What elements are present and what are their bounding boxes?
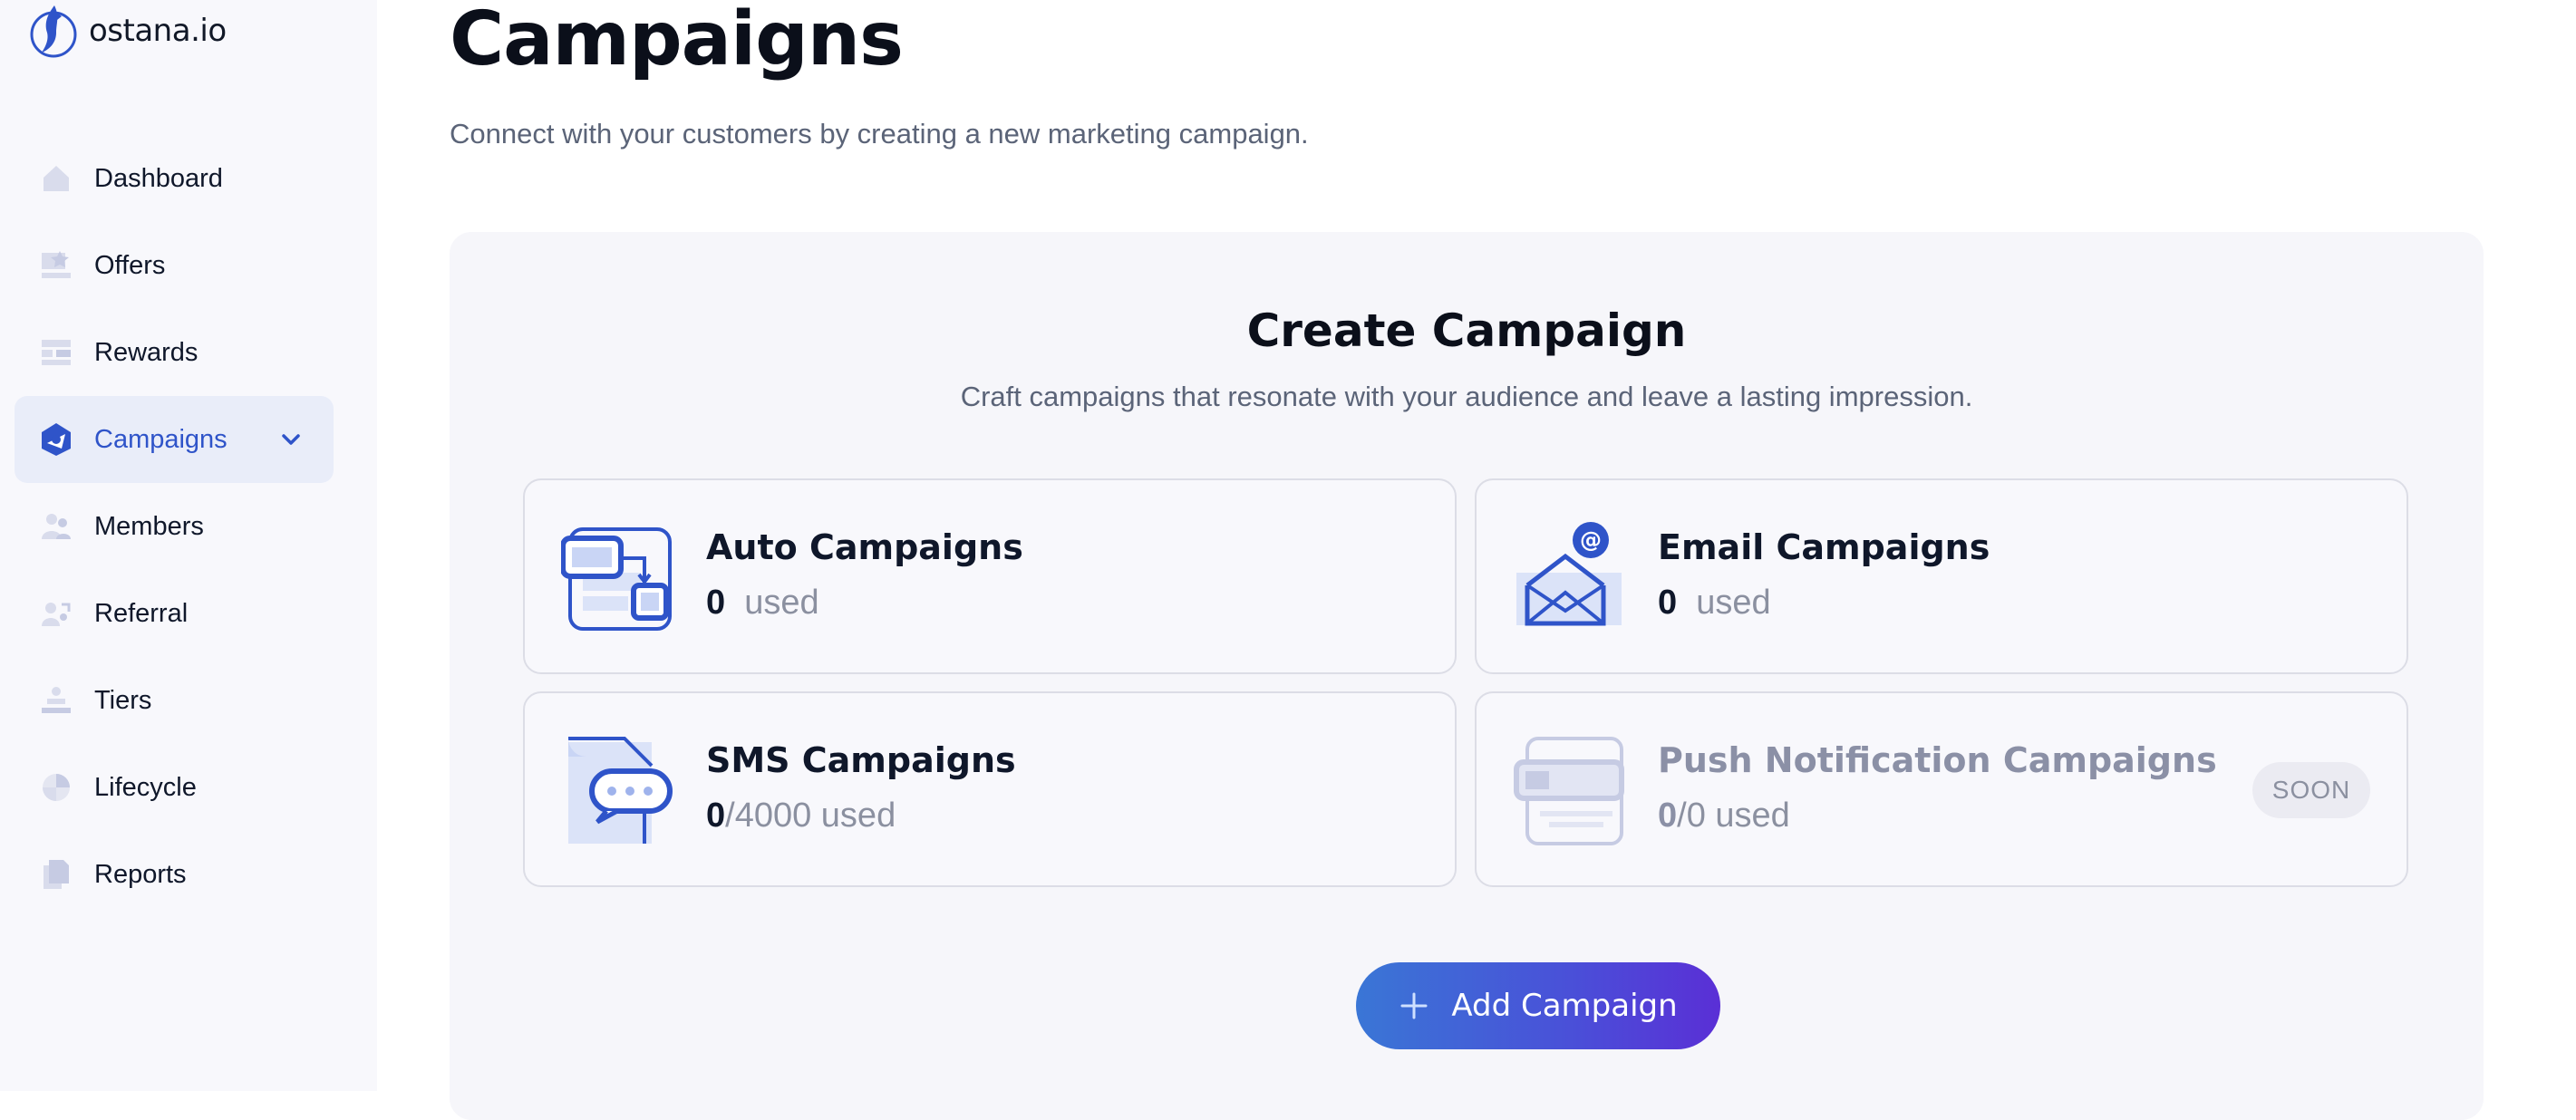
sidebar: ostana.io Dashboard Offers Rewards Campa… (0, 0, 377, 1091)
home-icon (38, 160, 74, 197)
sidebar-item-members[interactable]: Members (15, 483, 334, 570)
sidebar-item-label: Reports (94, 859, 187, 889)
add-campaign-button[interactable]: Add Campaign (1356, 962, 1720, 1049)
push-campaign-icon (1514, 737, 1624, 845)
card-title: Email Campaigns (1658, 527, 1990, 567)
usage-suffix: used (744, 584, 819, 622)
campaigns-icon (38, 421, 74, 458)
push-notification-campaigns-card: Push Notification Campaigns 0/0 used SOO… (1475, 691, 2408, 887)
page-title: Campaigns (450, 0, 904, 82)
tiers-icon (38, 682, 74, 719)
referral-icon (38, 595, 74, 632)
plus-icon (1400, 992, 1428, 1019)
reports-icon (38, 856, 74, 893)
usage-suffix: used (1715, 797, 1790, 835)
sidebar-item-lifecycle[interactable]: Lifecycle (15, 744, 334, 831)
coming-soon-badge: SOON (2252, 762, 2370, 818)
sms-campaign-icon (568, 737, 673, 844)
sidebar-item-referral[interactable]: Referral (15, 570, 334, 657)
sidebar-item-dashboard[interactable]: Dashboard (15, 135, 334, 222)
auto-campaigns-card[interactable]: Auto Campaigns 0 used (523, 478, 1457, 674)
card-title: SMS Campaigns (706, 740, 1016, 780)
sidebar-item-offers[interactable]: Offers (15, 222, 334, 309)
card-title: Auto Campaigns (706, 527, 1023, 567)
page-subtitle: Connect with your customers by creating … (450, 118, 1309, 150)
card-usage: 0 used (706, 584, 819, 623)
sidebar-item-label: Rewards (94, 337, 199, 367)
lifecycle-icon (38, 769, 74, 806)
sidebar-item-label: Offers (94, 250, 166, 280)
svg-text:@: @ (1580, 527, 1602, 553)
chevron-down-icon[interactable] (277, 426, 305, 453)
usage-count: 0 (1658, 584, 1678, 622)
sidebar-item-label: Referral (94, 598, 189, 628)
card-usage: 0/4000 used (706, 797, 896, 835)
email-campaigns-card[interactable]: @ Email Campaigns 0 used (1475, 478, 2408, 674)
sidebar-nav: Dashboard Offers Rewards Campaigns Membe… (15, 135, 334, 918)
sidebar-item-rewards[interactable]: Rewards (15, 309, 334, 396)
sidebar-item-reports[interactable]: Reports (15, 831, 334, 918)
usage-limit: /0 (1677, 797, 1706, 835)
sidebar-item-label: Campaigns (94, 424, 228, 454)
email-campaign-icon: @ (1516, 522, 1622, 626)
usage-count: 0 (706, 584, 726, 622)
panel-title: Create Campaign (1246, 304, 1687, 357)
sidebar-item-label: Tiers (94, 685, 152, 715)
card-usage: 0/0 used (1658, 797, 1790, 835)
main-content: Campaigns Connect with your customers by… (377, 0, 2576, 1120)
rewards-icon (38, 334, 74, 371)
usage-count: 0 (706, 797, 726, 835)
usage-count: 0 (1658, 797, 1678, 835)
ostana-logo-icon (30, 5, 77, 58)
sidebar-item-label: Lifecycle (94, 772, 197, 802)
sms-campaigns-card[interactable]: SMS Campaigns 0/4000 used (523, 691, 1457, 887)
sidebar-item-label: Members (94, 511, 204, 541)
auto-campaign-icon (561, 527, 672, 631)
offers-icon (38, 247, 74, 284)
brand-logo[interactable]: ostana.io (27, 2, 227, 60)
brand-name: ostana.io (89, 13, 227, 49)
members-icon (38, 508, 74, 545)
create-campaign-panel: Create Campaign Craft campaigns that res… (450, 232, 2484, 1120)
panel-subtitle: Craft campaigns that resonate with your … (960, 381, 1973, 412)
usage-limit: /4000 (725, 797, 812, 835)
sidebar-item-campaigns[interactable]: Campaigns (15, 396, 334, 483)
card-title: Push Notification Campaigns (1658, 740, 2217, 780)
sidebar-item-label: Dashboard (94, 163, 223, 193)
usage-suffix: used (1696, 584, 1771, 622)
usage-suffix: used (820, 797, 896, 835)
sidebar-item-tiers[interactable]: Tiers (15, 657, 334, 744)
card-usage: 0 used (1658, 584, 1771, 623)
add-campaign-label: Add Campaign (1451, 988, 1678, 1024)
